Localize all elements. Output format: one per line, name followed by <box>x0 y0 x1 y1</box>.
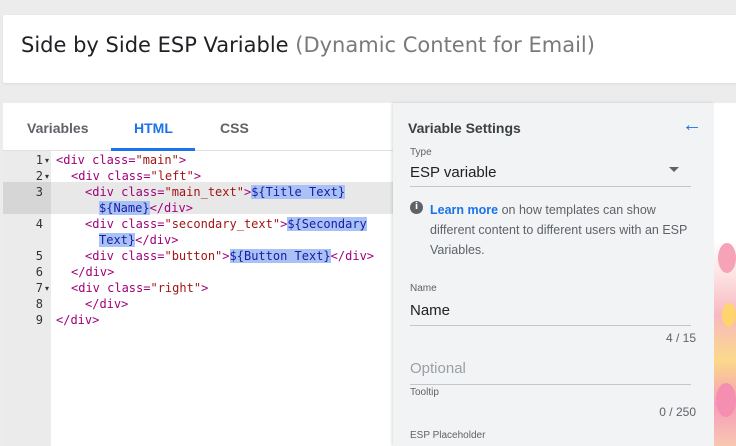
name-char-counter: 4 / 15 <box>665 331 696 345</box>
code-line: <div class="main_text">${Title Text} <box>85 185 346 199</box>
variable-token: ${Secondary <box>287 217 367 231</box>
esp-placeholder-label: ESP Placeholder <box>410 430 486 441</box>
fold-arrow-icon[interactable]: ▾ <box>45 284 49 293</box>
code-line: <div class="left"> <box>71 169 202 183</box>
line-number: 9 <box>35 313 43 327</box>
line-number: 1 <box>35 153 43 167</box>
variable-token: ${Name} <box>99 201 150 215</box>
balloon-shape <box>722 303 736 327</box>
line-number: 3 <box>35 185 43 199</box>
learn-more-link[interactable]: Learn more <box>430 203 498 217</box>
code-text-area[interactable]: <div class="main"> <div class="left"> <d… <box>51 151 393 446</box>
page-title-main: Side by Side ESP Variable <box>21 33 289 57</box>
variable-settings-panel: Variable Settings ← Type ESP variable i … <box>393 103 714 446</box>
code-line: ${Name}</div> <box>99 201 193 215</box>
info-text: Learn more on how templates can show dif… <box>430 203 688 257</box>
line-number: 4 <box>35 217 43 231</box>
code-editor-panel: Variables HTML CSS 1 ▾ 2 ▾ 3 4 5 6 7 ▾ 8… <box>3 103 393 446</box>
variable-token: ${Title Text} <box>251 185 346 199</box>
type-label: Type <box>410 147 432 158</box>
tab-html[interactable]: HTML <box>134 120 173 136</box>
line-number-gutter: 1 ▾ 2 ▾ 3 4 5 6 7 ▾ 8 9 <box>3 151 51 446</box>
fold-arrow-icon[interactable]: ▾ <box>45 172 49 181</box>
code-line: </div> <box>56 313 100 327</box>
type-select[interactable]: ESP variable <box>410 164 496 181</box>
email-preview-image <box>714 103 736 446</box>
fold-arrow-icon[interactable]: ▾ <box>45 156 49 165</box>
settings-title: Variable Settings <box>408 120 521 136</box>
tab-css[interactable]: CSS <box>220 120 249 136</box>
variable-token: Text} <box>99 233 136 247</box>
line-number: 6 <box>35 265 43 279</box>
line-number: 7 <box>35 281 43 295</box>
code-line: <div class="main"> <box>56 153 187 167</box>
name-input-underline <box>410 325 691 326</box>
line-number: 8 <box>35 297 43 311</box>
line-number: 5 <box>35 249 43 263</box>
code-line: <div class="secondary_text">${Secondary <box>85 217 367 231</box>
tooltip-input[interactable]: Optional <box>410 360 466 377</box>
type-select-underline <box>410 186 691 187</box>
arrow-left-icon[interactable]: ← <box>682 114 702 137</box>
variable-token: ${Button Text} <box>229 249 331 263</box>
editor-tabs: Variables HTML CSS <box>3 103 393 151</box>
name-input[interactable]: Name <box>410 302 450 319</box>
info-icon: i <box>410 201 423 214</box>
tooltip-char-counter: 0 / 250 <box>659 405 696 419</box>
tooltip-input-underline <box>410 384 691 385</box>
name-label: Name <box>410 283 437 294</box>
line-number: 2 <box>35 169 43 183</box>
code-line: Text}</div> <box>99 233 179 247</box>
page-subtitle: (Dynamic Content for Email) <box>295 33 595 57</box>
tab-variables[interactable]: Variables <box>27 120 89 136</box>
code-line: <div class="right"> <box>71 281 209 295</box>
balloon-shape <box>718 243 736 273</box>
code-line: <div class="button">${Button Text}</div> <box>85 249 375 263</box>
code-line: </div> <box>71 265 115 279</box>
tooltip-label: Tooltip <box>410 387 439 398</box>
balloon-shape <box>716 383 736 417</box>
code-line: </div> <box>85 297 129 311</box>
page-title: Side by Side ESP Variable (Dynamic Conte… <box>21 33 595 57</box>
chevron-down-icon[interactable] <box>669 167 679 172</box>
